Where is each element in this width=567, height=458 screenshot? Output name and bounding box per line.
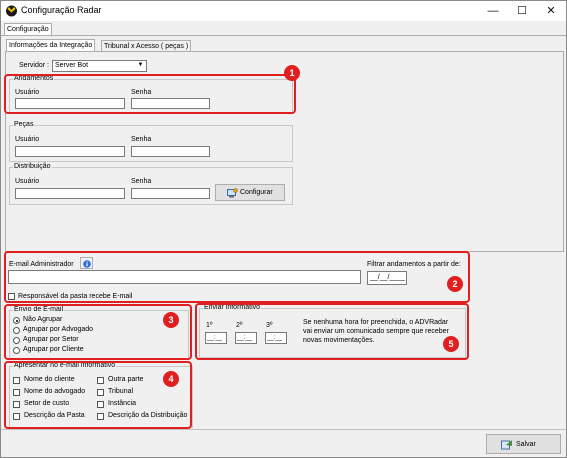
server-select-value: Server Bot xyxy=(55,62,89,69)
server-label: Servidor : xyxy=(19,62,49,69)
distribuicao-pass-input[interactable] xyxy=(131,188,210,199)
distribuicao-title: Distribuição xyxy=(13,163,52,170)
chevron-down-icon: ▼ xyxy=(137,62,144,68)
pecas-group: Peças Usuário Senha xyxy=(9,121,293,162)
badge-5: 5 xyxy=(443,336,459,352)
configure-icon xyxy=(227,188,238,198)
distribuicao-user-label: Usuário xyxy=(15,178,40,185)
save-button[interactable]: Salvar xyxy=(486,434,561,454)
highlight-2 xyxy=(4,251,470,303)
highlight-3 xyxy=(4,304,192,360)
title-bar: Configuração Radar — ☐ ✕ xyxy=(1,1,566,21)
pecas-user-input[interactable] xyxy=(15,146,125,157)
highlight-5 xyxy=(195,303,469,360)
badge-4: 4 xyxy=(163,371,179,387)
radar-logo-icon xyxy=(6,5,17,17)
distribuicao-group: Distribuição Usuário Senha Configurar xyxy=(9,163,293,205)
highlight-1 xyxy=(4,74,296,114)
configurar-button-label: Configurar xyxy=(240,189,273,196)
close-button[interactable]: ✕ xyxy=(537,1,565,21)
save-button-label: Salvar xyxy=(516,441,536,448)
tab-configuracao[interactable]: Configuração xyxy=(4,23,52,35)
server-select[interactable]: Server Bot ▼ xyxy=(52,60,147,72)
badge-1: 1 xyxy=(284,65,300,81)
window-title: Configuração Radar xyxy=(21,5,102,15)
save-icon xyxy=(501,440,512,450)
badge-2: 2 xyxy=(447,276,463,292)
minimize-button[interactable]: — xyxy=(479,1,507,21)
pecas-title: Peças xyxy=(13,121,35,128)
pecas-user-label: Usuário xyxy=(15,136,40,143)
footer-divider xyxy=(1,429,566,430)
distribuicao-pass-label: Senha xyxy=(131,178,152,185)
tab-divider xyxy=(1,35,566,36)
pecas-pass-label: Senha xyxy=(131,136,152,143)
highlight-4 xyxy=(4,361,192,429)
maximize-button[interactable]: ☐ xyxy=(508,1,536,21)
badge-3: 3 xyxy=(163,312,179,328)
distribuicao-user-input[interactable] xyxy=(15,188,125,199)
configurar-button[interactable]: Configurar xyxy=(215,184,285,201)
configuracao-radar-window: Configuração Radar — ☐ ✕ Configuração In… xyxy=(0,0,567,458)
pecas-pass-input[interactable] xyxy=(131,146,210,157)
